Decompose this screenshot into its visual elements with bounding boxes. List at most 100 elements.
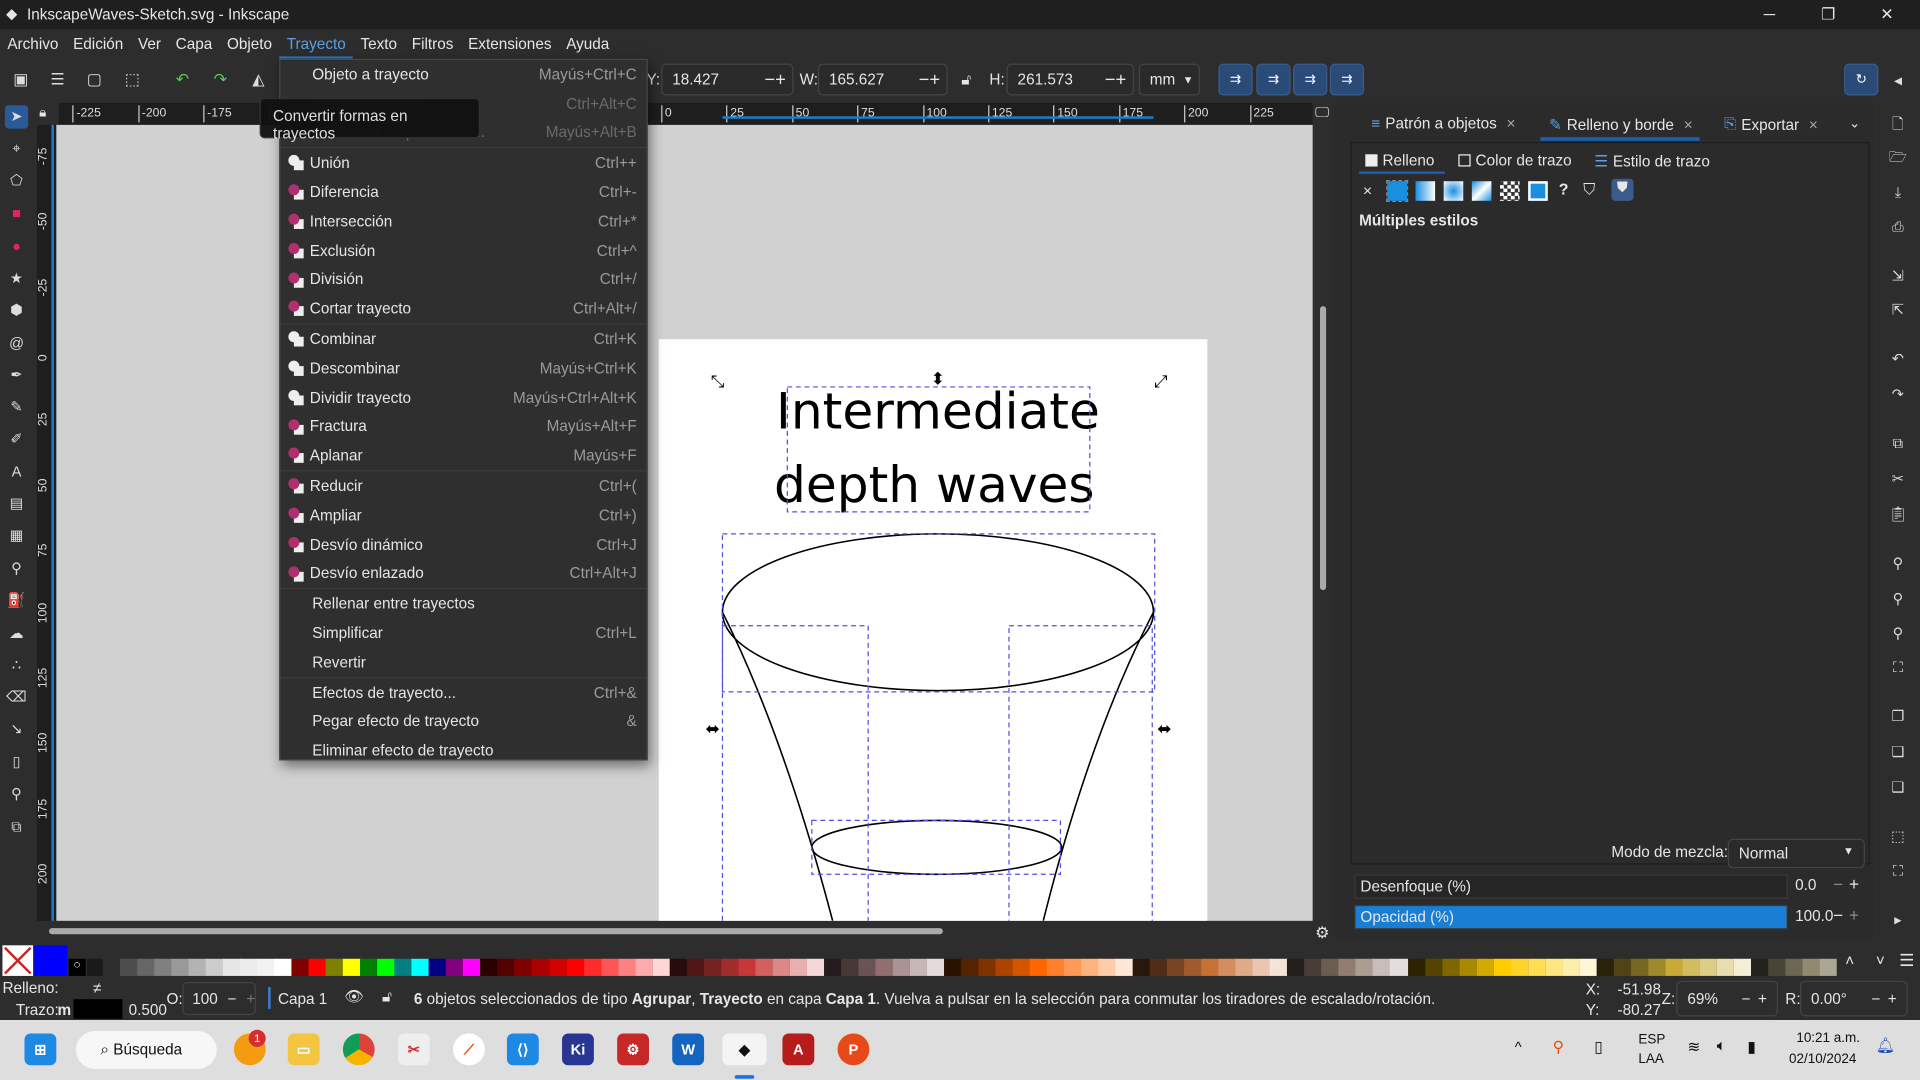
zoom-field[interactable]: 69% − + — [1676, 980, 1778, 1017]
stroke-indicator[interactable]: m — [58, 1002, 72, 1019]
radial-gradient-button[interactable] — [1443, 181, 1464, 201]
text-tool-icon[interactable]: A — [5, 460, 28, 483]
black-swatch[interactable]: ○ — [68, 958, 86, 976]
minus[interactable]: − — [1742, 991, 1751, 1008]
zoom-drawing-icon[interactable]: ⚲ — [1888, 589, 1908, 609]
palette-swatch[interactable] — [1630, 958, 1649, 976]
swatch-button[interactable] — [1528, 181, 1548, 201]
pages-tool-icon[interactable]: ▯ — [5, 751, 28, 774]
palette-swatch[interactable] — [617, 958, 636, 976]
palette-swatch[interactable] — [1682, 958, 1700, 976]
palette-swatch[interactable] — [497, 958, 516, 976]
plus[interactable]: + — [1116, 69, 1127, 90]
gradient-tool-icon[interactable]: ▤ — [5, 492, 28, 515]
palette-menu-icon[interactable]: ☰ — [1899, 950, 1914, 971]
print-icon[interactable]: ⎙ — [1888, 217, 1908, 237]
menu-item-efectos-de-trayecto[interactable]: Efectos de trayecto... Ctrl+& — [280, 678, 646, 707]
minus[interactable]: − — [228, 991, 237, 1008]
palette-swatch[interactable] — [1064, 958, 1082, 976]
volume-icon[interactable]: 🔈︎ — [1717, 1037, 1726, 1055]
plus[interactable]: + — [929, 69, 940, 90]
palette-swatch[interactable] — [789, 958, 808, 976]
palette-swatch[interactable] — [1544, 958, 1563, 976]
minus[interactable]: − — [1105, 69, 1116, 90]
stroke-width[interactable]: 0.500 — [129, 1002, 167, 1019]
pencil-tool-icon[interactable]: ✎ — [5, 396, 28, 419]
menu-item-fractura[interactable]: Fractura Mayús+Alt+F — [280, 412, 646, 441]
palette-swatch[interactable] — [1596, 958, 1615, 976]
palette-swatch[interactable] — [240, 958, 258, 976]
palette-swatch[interactable] — [429, 958, 447, 976]
opacity-slider[interactable]: Opacidad (%) — [1354, 904, 1788, 930]
cad-app-icon[interactable]: ⚙ — [617, 1033, 649, 1066]
minus[interactable]: − — [919, 69, 930, 90]
blend-mode-dropdown[interactable]: Normal ▼ — [1727, 838, 1865, 869]
layer-lock-icon[interactable]: 🔓︎ — [382, 988, 392, 1006]
plus[interactable]: + — [1758, 991, 1767, 1008]
palette-swatch[interactable] — [308, 958, 327, 976]
import-icon[interactable]: ⇲ — [1888, 266, 1908, 286]
menu-item-diferencia[interactable]: Diferencia Ctrl+- — [280, 178, 646, 207]
palette-swatch[interactable] — [1338, 958, 1357, 976]
palette-swatch[interactable] — [1218, 958, 1237, 976]
tray-app-icon[interactable]: ⚲ — [1553, 1037, 1564, 1055]
rotation-field[interactable]: 0.00° − + — [1800, 980, 1908, 1017]
palette-swatch[interactable] — [343, 958, 361, 976]
spray-tool-icon[interactable]: ∴ — [5, 654, 28, 677]
plus[interactable]: + — [246, 991, 255, 1008]
palette-swatch[interactable] — [1510, 958, 1529, 976]
menu-item-dividir-trayecto[interactable]: Dividir trayecto Mayús+Ctrl+Alt+K — [280, 383, 646, 412]
group-icon[interactable]: ⬚ — [1888, 827, 1908, 847]
palette-swatch[interactable] — [823, 958, 842, 976]
y-field[interactable]: 18.427 −+ — [661, 63, 794, 96]
shape-builder-icon[interactable]: ⬠ — [5, 169, 28, 192]
powerpoint-icon[interactable]: P — [837, 1033, 870, 1066]
close-icon[interactable]: × — [1809, 116, 1818, 133]
acrobat-icon[interactable]: A — [782, 1033, 815, 1066]
rotate-ccw-icon[interactable]: ↶ — [171, 69, 193, 91]
palette-swatch[interactable] — [188, 958, 207, 976]
palette-swatch[interactable] — [480, 958, 499, 976]
fill-rule-nonzero-icon[interactable]: ⛊ — [1611, 178, 1634, 201]
copy-icon[interactable]: ⧉ — [1888, 433, 1908, 453]
maximize-button[interactable]: ❐ — [1800, 0, 1856, 29]
eraser-tool-icon[interactable]: ⌫ — [5, 686, 28, 709]
word-icon[interactable]: W — [672, 1033, 705, 1066]
pen-tool-icon[interactable]: ✒ — [5, 364, 28, 387]
palette-scroll-down-icon[interactable]: ˅ — [1876, 953, 1885, 970]
notification-bell-icon[interactable]: 🔔︎ — [1876, 1037, 1895, 1055]
palette-swatch[interactable] — [1733, 958, 1752, 976]
menu-filtros[interactable]: Filtros — [404, 29, 460, 58]
palette-swatch[interactable] — [1167, 958, 1185, 976]
zoom-tool-icon[interactable]: ⚲ — [5, 782, 28, 805]
vertical-scrollbar[interactable] — [1320, 306, 1327, 591]
paste-icon[interactable]: 📋︎ — [1888, 504, 1908, 524]
unlink-clone-icon[interactable]: ❑ — [1888, 778, 1908, 798]
palette-swatch[interactable] — [1201, 958, 1220, 976]
palette-swatch[interactable] — [274, 958, 293, 976]
palette-swatch[interactable] — [703, 958, 722, 976]
vscode-icon[interactable]: ⟨⟩ — [506, 1033, 539, 1066]
menu-item-aplanar[interactable]: Aplanar Mayús+F — [280, 441, 646, 470]
palette-swatch[interactable] — [326, 958, 344, 976]
palette-swatch[interactable] — [1253, 958, 1271, 976]
palette-swatch[interactable] — [738, 958, 756, 976]
palette-swatch[interactable] — [1424, 958, 1443, 976]
palette-swatch[interactable] — [1081, 958, 1100, 976]
scale-handle-nw-icon[interactable]: ⤡ — [711, 372, 725, 392]
minus[interactable]: − — [764, 69, 775, 90]
palette-swatch[interactable] — [360, 958, 379, 976]
palette-swatch[interactable] — [1304, 958, 1323, 976]
palette-swatch[interactable] — [755, 958, 773, 976]
paint-none-button[interactable]: × — [1363, 181, 1372, 199]
dock-tab-export[interactable]: ⎘ Exportar × — [1724, 115, 1818, 133]
keyboard-layout[interactable]: LAA — [1638, 1052, 1663, 1067]
tweak-tool-icon[interactable]: ☁ — [5, 622, 28, 645]
palette-swatch[interactable] — [1029, 958, 1048, 976]
opacity-value[interactable]: 100.0 — [1795, 907, 1833, 924]
dock-tab-pattern-to-objects[interactable]: ≡ Patrón a objetos × — [1371, 115, 1515, 132]
linear-gradient-button[interactable] — [1415, 181, 1436, 201]
close-icon[interactable]: × — [1684, 116, 1693, 133]
menu-ver[interactable]: Ver — [131, 29, 169, 58]
menu-item-desvío-enlazado[interactable]: Desvío enlazado Ctrl+Alt+J — [280, 559, 646, 588]
